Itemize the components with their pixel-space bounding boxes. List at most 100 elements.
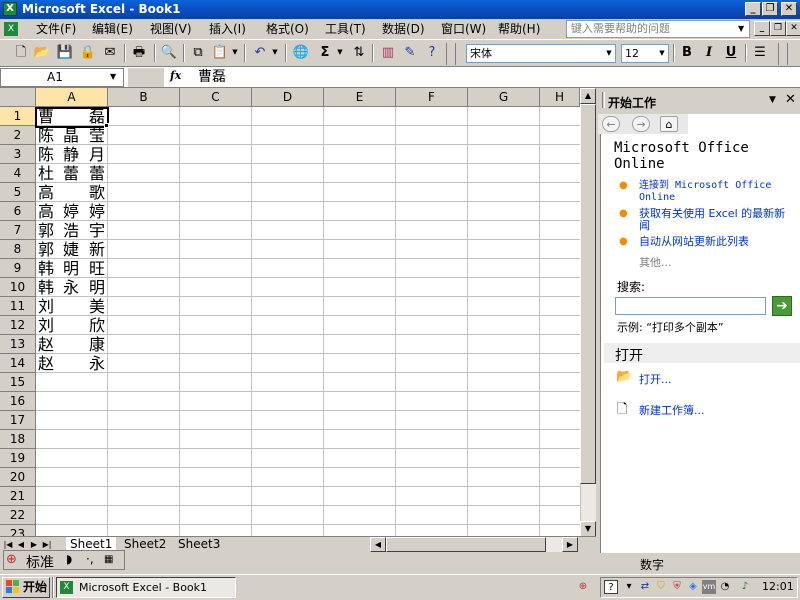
- row-header-19[interactable]: 19: [0, 449, 36, 468]
- menu-tools[interactable]: 工具(T): [321, 21, 370, 38]
- row-header-14[interactable]: 14: [0, 354, 36, 373]
- font-name-select[interactable]: 宋体: [466, 44, 616, 63]
- row-header-3[interactable]: 3: [0, 145, 36, 164]
- fill-handle[interactable]: [104, 123, 109, 128]
- menu-view[interactable]: 视图(V): [146, 21, 196, 38]
- sheet-tab-2[interactable]: Sheet2: [120, 537, 170, 552]
- research-icon[interactable]: 🔍: [160, 44, 178, 62]
- sort-ascending-icon[interactable]: ⇅: [350, 44, 368, 62]
- help-question-input[interactable]: 键入需要帮助的问题: [566, 20, 750, 38]
- back-icon[interactable]: ←: [602, 116, 620, 132]
- vertical-scroll-thumb[interactable]: [580, 104, 596, 484]
- cell-a14[interactable]: 赵永: [37, 354, 107, 373]
- home-icon[interactable]: ⌂: [660, 116, 678, 132]
- align-left-icon[interactable]: ☰: [751, 44, 769, 62]
- more-link[interactable]: 其他...: [639, 254, 672, 270]
- chart-wizard-icon[interactable]: ▥: [379, 44, 397, 62]
- menu-insert[interactable]: 插入(I): [205, 21, 250, 38]
- open-file-link[interactable]: 打开...: [639, 371, 672, 387]
- restore-button[interactable]: ❐: [762, 2, 778, 16]
- auto-update-link[interactable]: 自动从网站更新此列表: [639, 236, 794, 248]
- column-header-g[interactable]: G: [468, 88, 540, 107]
- ime-mode-label[interactable]: 标准: [26, 552, 54, 572]
- name-box-dropdown-icon[interactable]: ▼: [110, 72, 116, 81]
- hyperlink-icon[interactable]: 🌐: [292, 44, 310, 62]
- menu-file[interactable]: 文件(F): [32, 21, 80, 38]
- column-header-e[interactable]: E: [324, 88, 396, 107]
- security-shield-icon[interactable]: ⛉: [654, 580, 668, 594]
- scroll-down-icon[interactable]: ▼: [580, 521, 596, 537]
- font-name-dropdown-icon[interactable]: ▼: [603, 45, 615, 62]
- row-header-13[interactable]: 13: [0, 335, 36, 354]
- undo-dropdown-icon[interactable]: ▼: [269, 44, 281, 61]
- ime-logo-icon[interactable]: ⊕: [6, 552, 17, 567]
- firewall-icon[interactable]: ◈: [686, 580, 700, 594]
- font-size-dropdown-icon[interactable]: ▼: [656, 45, 668, 62]
- volume-icon[interactable]: ♪: [738, 580, 752, 594]
- italic-button[interactable]: I: [700, 44, 718, 62]
- row-header-16[interactable]: 16: [0, 392, 36, 411]
- cell-a8[interactable]: 郭婕新: [37, 240, 107, 259]
- undo-icon[interactable]: ↶: [251, 44, 269, 62]
- row-header-7[interactable]: 7: [0, 221, 36, 240]
- ime-keyboard-icon[interactable]: ▦: [104, 554, 113, 565]
- cell-a12[interactable]: 刘欣: [37, 316, 107, 335]
- row-header-17[interactable]: 17: [0, 411, 36, 430]
- autosum-icon[interactable]: Σ: [316, 44, 334, 62]
- row-header-8[interactable]: 8: [0, 240, 36, 259]
- column-header-d[interactable]: D: [252, 88, 324, 107]
- row-header-5[interactable]: 5: [0, 183, 36, 202]
- autosum-dropdown-icon[interactable]: ▼: [334, 44, 346, 61]
- cell-a9[interactable]: 韩明旺: [37, 259, 107, 278]
- taskbar-excel-button[interactable]: Microsoft Excel - Book1: [56, 577, 236, 598]
- select-all-button[interactable]: [0, 88, 36, 107]
- cell-a11[interactable]: 刘美: [37, 297, 107, 316]
- save-icon[interactable]: 💾: [56, 44, 74, 62]
- tray-expand-icon[interactable]: ▾: [622, 580, 636, 594]
- minimize-button[interactable]: _: [745, 2, 761, 16]
- task-pane-handle[interactable]: [602, 92, 605, 108]
- task-pane-dropdown-icon[interactable]: ▼: [769, 95, 776, 105]
- scroll-right-icon[interactable]: ▶: [562, 537, 578, 552]
- row-header-1[interactable]: 1: [0, 107, 36, 126]
- ime-punctuation-icon[interactable]: ·,: [86, 552, 94, 566]
- cell-a3[interactable]: 陈静月: [37, 145, 107, 164]
- permission-icon[interactable]: 🔒: [79, 44, 97, 62]
- column-header-a[interactable]: A: [36, 88, 108, 107]
- cell-a4[interactable]: 杜蕾蕾: [37, 164, 107, 183]
- antivirus-icon[interactable]: ⛨: [670, 580, 684, 594]
- bold-button[interactable]: B: [678, 44, 696, 62]
- excel-app-icon[interactable]: X: [3, 2, 17, 16]
- menu-window[interactable]: 窗口(W): [437, 21, 490, 38]
- cell-a7[interactable]: 郭浩宇: [37, 221, 107, 240]
- formula-input[interactable]: 曹磊: [198, 68, 226, 87]
- underline-button[interactable]: U: [722, 44, 740, 62]
- row-header-6[interactable]: 6: [0, 202, 36, 221]
- toolbar-handle[interactable]: [446, 43, 456, 65]
- row-header-9[interactable]: 9: [0, 259, 36, 278]
- workbook-icon[interactable]: X: [4, 22, 18, 36]
- column-header-f[interactable]: F: [396, 88, 468, 107]
- ime-fullwidth-icon[interactable]: ◗: [66, 552, 72, 566]
- row-header-12[interactable]: 12: [0, 316, 36, 335]
- search-go-icon[interactable]: ➔: [772, 296, 792, 316]
- row-header-2[interactable]: 2: [0, 126, 36, 145]
- row-header-15[interactable]: 15: [0, 373, 36, 392]
- new-file-icon[interactable]: 🗋: [12, 44, 30, 62]
- task-pane-close-icon[interactable]: ✕: [785, 92, 796, 107]
- vm-icon[interactable]: vm: [702, 580, 716, 594]
- row-header-4[interactable]: 4: [0, 164, 36, 183]
- column-header-h[interactable]: H: [540, 88, 580, 107]
- network-icon[interactable]: ⇄: [638, 580, 652, 594]
- row-header-21[interactable]: 21: [0, 487, 36, 506]
- help-dropdown-icon[interactable]: ▼: [738, 24, 744, 33]
- cell-a6[interactable]: 高婷婷: [37, 202, 107, 221]
- cell-a2[interactable]: 陈晶莹: [37, 126, 107, 145]
- excel-news-link[interactable]: 获取有关使用 Excel 的最新新闻: [639, 208, 794, 232]
- new-workbook-link[interactable]: 新建工作簿...: [639, 402, 705, 418]
- paste-dropdown-icon[interactable]: ▼: [229, 44, 241, 61]
- menu-data[interactable]: 数据(D): [378, 21, 429, 38]
- close-button[interactable]: ✕: [781, 2, 797, 16]
- row-header-18[interactable]: 18: [0, 430, 36, 449]
- cell-a10[interactable]: 韩永明: [37, 278, 107, 297]
